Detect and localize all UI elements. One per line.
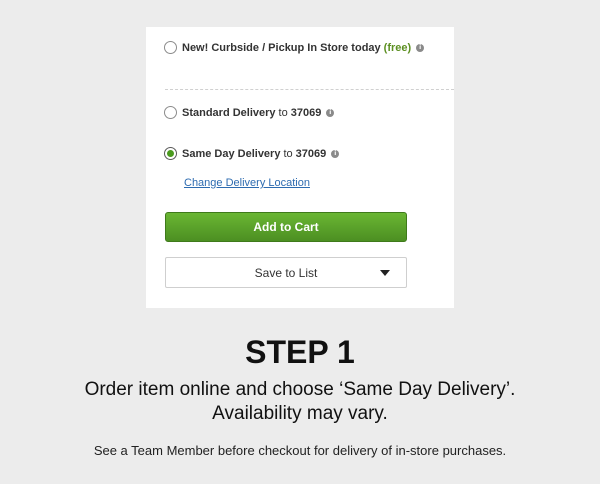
standard-delivery-zip: 37069	[290, 106, 322, 119]
option-same-day-delivery[interactable]: Same Day Delivery to 37069 i	[164, 147, 340, 160]
step-note: See a Team Member before checkout for de…	[93, 443, 507, 458]
add-to-cart-label: Add to Cart	[253, 220, 319, 234]
curbside-radio[interactable]	[164, 41, 177, 54]
delivery-options-card: New! Curbside / Pickup In Store today (f…	[146, 27, 454, 308]
step-title: STEP 1	[245, 334, 355, 370]
divider	[165, 89, 454, 90]
save-to-list-label: Save to List	[254, 265, 318, 280]
standard-delivery-radio[interactable]	[164, 106, 177, 119]
curbside-label: New! Curbside / Pickup In Store today	[182, 41, 381, 54]
info-icon[interactable]: i	[331, 149, 340, 158]
change-delivery-location-link[interactable]: Change Delivery Location	[184, 177, 310, 189]
add-to-cart-button[interactable]: Add to Cart	[165, 212, 407, 242]
same-day-delivery-radio[interactable]	[164, 147, 177, 160]
step-description: Order item online and choose ‘Same Day D…	[0, 378, 600, 426]
same-day-delivery-label: Same Day Delivery	[182, 147, 281, 160]
step-description-line-2: Availability may vary.	[212, 403, 388, 424]
option-standard-delivery[interactable]: Standard Delivery to 37069 i	[164, 106, 335, 119]
step-description-line-1: Order item online and choose ‘Same Day D…	[84, 379, 516, 400]
same-day-delivery-zip: 37069	[295, 147, 327, 160]
save-to-list-button[interactable]: Save to List	[165, 257, 407, 288]
caret-down-icon[interactable]	[380, 270, 390, 276]
info-icon[interactable]: i	[326, 108, 335, 117]
free-badge: (free)	[383, 41, 412, 54]
standard-delivery-label: Standard Delivery	[182, 106, 276, 119]
option-curbside-pickup[interactable]: New! Curbside / Pickup In Store today (f…	[164, 41, 425, 54]
same-day-delivery-connector: to	[283, 147, 293, 160]
standard-delivery-connector: to	[278, 106, 288, 119]
info-icon[interactable]: i	[416, 43, 425, 52]
